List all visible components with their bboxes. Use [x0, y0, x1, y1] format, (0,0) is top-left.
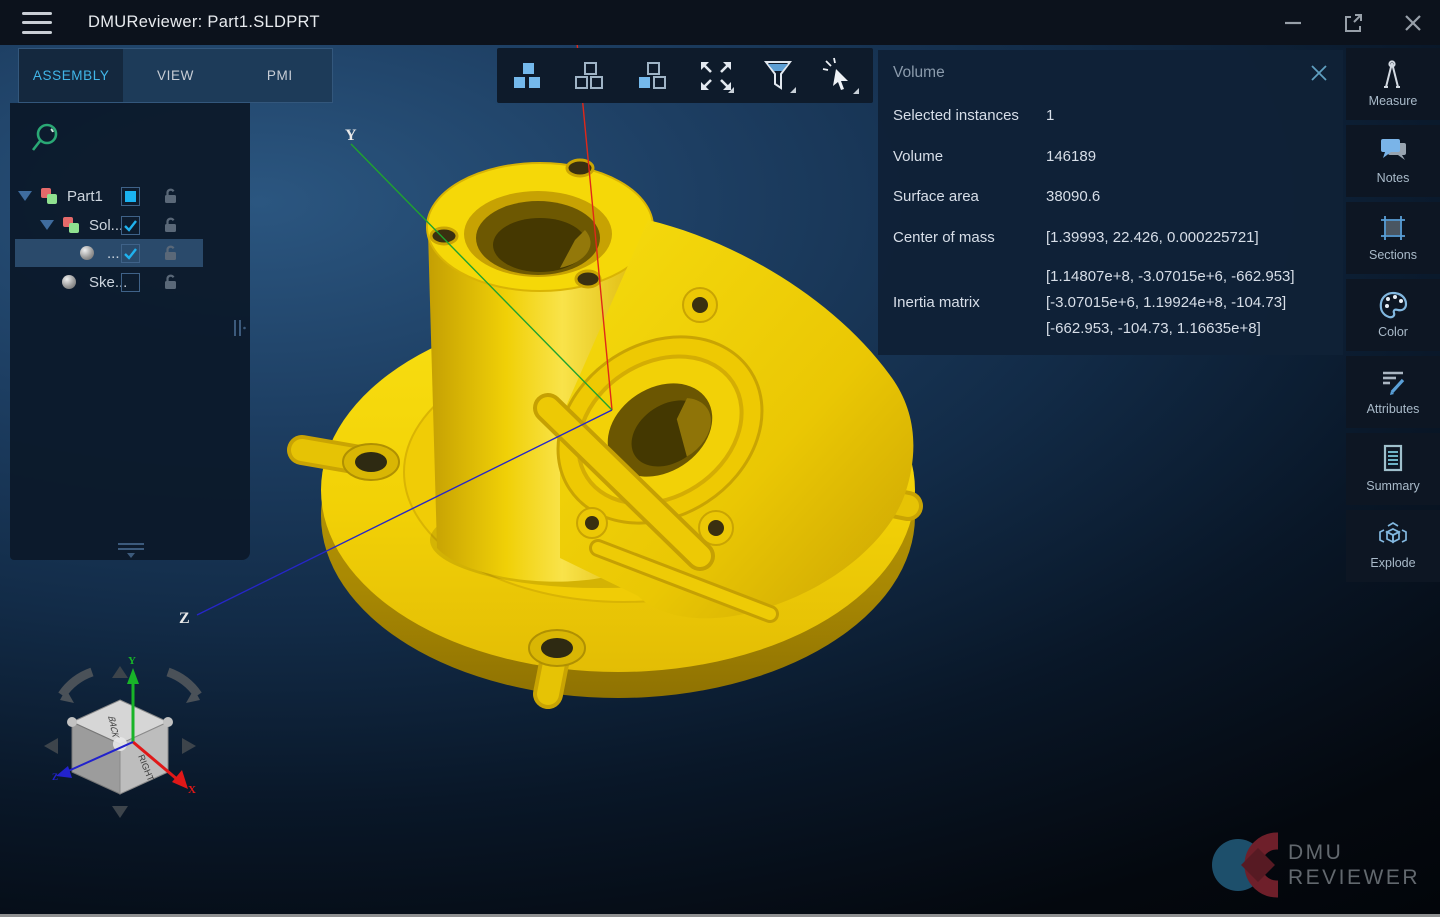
- tab-view[interactable]: VIEW: [123, 49, 227, 102]
- tree-row-part1[interactable]: Part1: [10, 182, 250, 210]
- panel-collapse-handle[interactable]: [118, 540, 144, 558]
- filter-icon[interactable]: [757, 54, 801, 98]
- sphere-icon: [62, 275, 76, 289]
- unlock-icon[interactable]: [161, 273, 179, 291]
- hide-all-icon[interactable]: [569, 54, 613, 98]
- show-all-icon[interactable]: [507, 54, 551, 98]
- show-selected-icon[interactable]: [632, 54, 676, 98]
- tree-label: Part1: [67, 188, 103, 205]
- visibility-checkbox-indeterminate[interactable]: [121, 187, 140, 206]
- panel-title: Volume: [893, 64, 945, 82]
- visibility-checkbox-checked[interactable]: [121, 216, 140, 235]
- tree-label: Sol...: [89, 217, 123, 234]
- app-window: X Y Z BACK RIGHT: [0, 0, 1440, 917]
- visibility-checkbox-unchecked[interactable]: [121, 273, 140, 292]
- explode-button[interactable]: Explode: [1346, 510, 1440, 582]
- open-external-icon[interactable]: [1340, 10, 1366, 36]
- part-icon: [63, 217, 79, 233]
- part-icon: [41, 188, 57, 204]
- panel-resize-handle[interactable]: [232, 318, 246, 340]
- close-icon[interactable]: [1400, 10, 1426, 36]
- info-label: Center of mass: [893, 229, 995, 246]
- attributes-edit-icon: [1376, 365, 1410, 399]
- notes-button[interactable]: Notes: [1346, 125, 1440, 197]
- volume-info-panel: Volume Selected instances 1 Volume 14618…: [878, 50, 1343, 355]
- logo-line2: REVIEWER: [1288, 865, 1420, 890]
- info-value: [-662.953, -104.73, 1.16635e+8]: [1046, 320, 1261, 337]
- unlock-icon[interactable]: [161, 244, 179, 262]
- tab-assembly[interactable]: ASSEMBLY: [19, 49, 123, 102]
- visibility-checkbox-checked[interactable]: [121, 244, 140, 263]
- measure-compass-icon: [1376, 57, 1410, 91]
- info-label: Inertia matrix: [893, 294, 980, 311]
- info-value: 38090.6: [1046, 188, 1100, 205]
- sections-plane-icon: [1376, 211, 1410, 245]
- titlebar: DMUReviewer: Part1.SLDPRT: [0, 0, 1440, 45]
- tree-row-sketch[interactable]: Ske...: [10, 268, 250, 296]
- search-icon[interactable]: [30, 121, 64, 157]
- info-value: 1: [1046, 107, 1054, 124]
- hamburger-menu-icon[interactable]: [22, 12, 52, 34]
- unlock-icon[interactable]: [161, 187, 179, 205]
- tool-sidebar: Measure Notes Sections: [1346, 48, 1440, 587]
- info-label: Surface area: [893, 188, 979, 205]
- tab-pmi[interactable]: PMI: [228, 49, 332, 102]
- explode-cube-icon: [1376, 519, 1410, 553]
- measure-button[interactable]: Measure: [1346, 48, 1440, 120]
- minimize-icon[interactable]: [1280, 10, 1306, 36]
- collapse-caret-icon[interactable]: [18, 191, 32, 201]
- notes-chat-icon: [1376, 134, 1410, 168]
- info-value: [-3.07015e+6, 1.19924e+8, -104.73]: [1046, 294, 1286, 311]
- collapse-caret-icon[interactable]: [40, 220, 54, 230]
- unlock-icon[interactable]: [161, 216, 179, 234]
- left-tab-bar: ASSEMBLY VIEW PMI: [18, 48, 333, 103]
- fit-view-icon[interactable]: [694, 54, 738, 98]
- summary-document-icon: [1376, 442, 1410, 476]
- logo-mark-icon: [1205, 830, 1278, 900]
- assembly-tree-panel: Part1 Sol... ...: [10, 103, 250, 560]
- view-toolbar: [497, 48, 873, 103]
- summary-button[interactable]: Summary: [1346, 433, 1440, 505]
- info-value: [1.39993, 22.426, 0.000225721]: [1046, 229, 1259, 246]
- sections-button[interactable]: Sections: [1346, 202, 1440, 274]
- window-title: DMUReviewer: Part1.SLDPRT: [88, 13, 320, 32]
- logo-line1: DMU: [1288, 840, 1420, 865]
- tree-row-solid[interactable]: Sol...: [10, 211, 250, 239]
- tree-label: ...: [107, 245, 120, 262]
- attributes-button[interactable]: Attributes: [1346, 356, 1440, 428]
- close-icon[interactable]: [1308, 62, 1330, 84]
- pick-select-icon[interactable]: [819, 54, 863, 98]
- info-value: [1.14807e+8, -3.07015e+6, -662.953]: [1046, 268, 1295, 285]
- sphere-icon: [80, 246, 94, 260]
- info-label: Volume: [893, 148, 943, 165]
- color-palette-icon: [1376, 288, 1410, 322]
- tree-row-body-selected[interactable]: ...: [10, 239, 250, 267]
- dmu-reviewer-logo: DMU REVIEWER: [1205, 830, 1420, 900]
- info-label: Selected instances: [893, 107, 1019, 124]
- info-value: 146189: [1046, 148, 1096, 165]
- color-button[interactable]: Color: [1346, 279, 1440, 351]
